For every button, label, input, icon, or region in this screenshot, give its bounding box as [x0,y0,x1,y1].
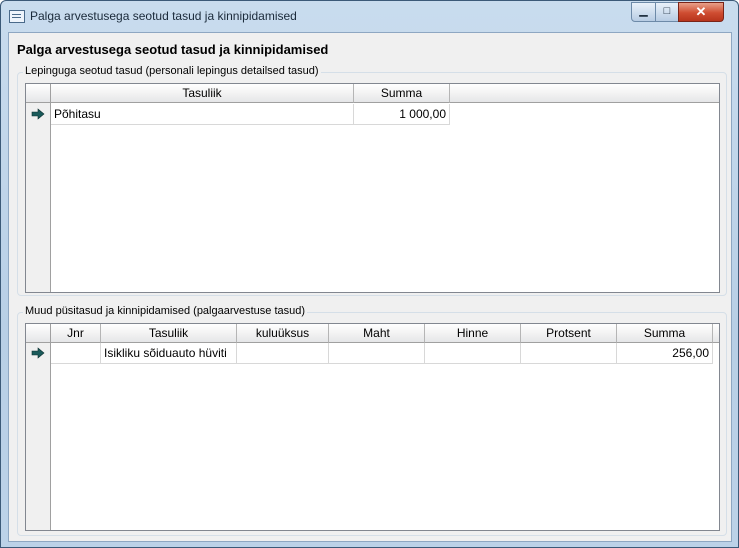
header-filler [450,84,719,103]
cell-hinne[interactable] [425,343,521,364]
contract-fees-grid[interactable]: Tasuliik Summa Põhitasu 1 000,00 [25,83,720,293]
cell-kuluuksus[interactable] [237,343,329,364]
other-fees-group-label: Muud püsitasud ja kinnipidamised (palgaa… [23,305,308,317]
window-icon [9,10,25,23]
grid-corner[interactable] [26,324,51,343]
column-header-hinne[interactable]: Hinne [425,324,521,343]
title-bar[interactable]: Palga arvestusega seotud tasud ja kinnip… [1,1,738,31]
column-header-tasuliik[interactable]: Tasuliik [51,84,354,103]
cell-tasuliik[interactable]: Põhitasu [51,104,354,125]
cell-summa[interactable]: 256,00 [617,343,713,364]
client-area: Palga arvestusega seotud tasud ja kinnip… [8,32,732,542]
column-header-protsent[interactable]: Protsent [521,324,617,343]
contract-fees-group: Lepinguga seotud tasud (personali leping… [17,65,727,296]
window-title: Palga arvestusega seotud tasud ja kinnip… [30,9,297,23]
minimize-button[interactable]: ▁ [631,2,656,22]
cell-protsent[interactable] [521,343,617,364]
arrow-right-icon [31,347,45,359]
maximize-button[interactable]: □ [655,2,679,22]
header-filler [713,324,719,343]
column-header-maht[interactable]: Maht [329,324,425,343]
grid-corner[interactable] [26,84,51,103]
column-header-summa[interactable]: Summa [617,324,713,343]
arrow-right-icon [31,108,45,120]
column-header-kuluuksus[interactable]: kuluüksus [237,324,329,343]
page-title: Palga arvestusega seotud tasud ja kinnip… [17,42,329,57]
cell-jnr[interactable] [51,343,101,364]
column-header-summa[interactable]: Summa [354,84,450,103]
other-fees-grid[interactable]: Jnr Tasuliik kuluüksus Maht Hinne Protse… [25,323,720,531]
cell-maht[interactable] [329,343,425,364]
column-header-jnr[interactable]: Jnr [51,324,101,343]
column-header-tasuliik[interactable]: Tasuliik [101,324,237,343]
cell-summa[interactable]: 1 000,00 [354,104,450,125]
window: Palga arvestusega seotud tasud ja kinnip… [0,0,739,548]
close-button[interactable]: ✕ [678,2,724,22]
contract-fees-group-label: Lepinguga seotud tasud (personali leping… [23,65,321,77]
other-fees-group: Muud püsitasud ja kinnipidamised (palgaa… [17,305,727,536]
cell-tasuliik[interactable]: Isikliku sõiduauto hüviti [101,343,237,364]
